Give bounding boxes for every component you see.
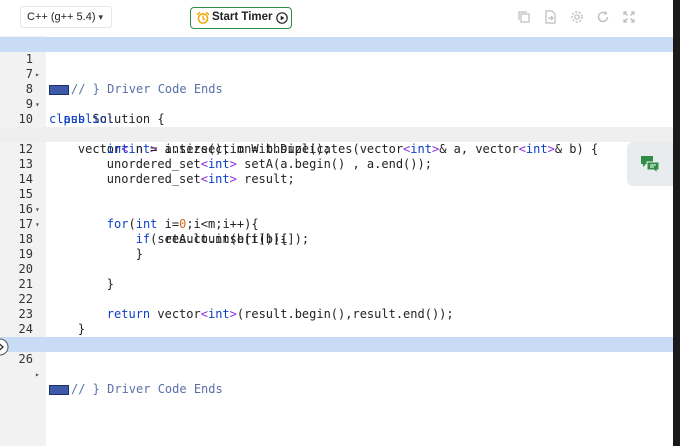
code-line[interactable]: 25 xyxy=(0,322,673,351)
code-line[interactable]: 1 ▸ // } Driver Code Ends xyxy=(0,37,673,96)
import-icon[interactable] xyxy=(543,10,557,24)
code-line[interactable]: 18 } xyxy=(0,217,673,261)
settings-icon[interactable] xyxy=(570,10,584,24)
start-timer-button[interactable]: Start Timer xyxy=(190,7,292,29)
play-handle-icon[interactable] xyxy=(0,336,12,358)
play-circle-icon xyxy=(276,12,288,24)
code-line[interactable]: 20 } xyxy=(0,247,673,291)
fold-arrow-icon[interactable]: ▸ xyxy=(35,367,40,382)
code-line[interactable]: 16 ▾ if(setA.count(b[i])){ xyxy=(0,187,673,246)
editor-toolbar: C++ (g++ 5.4) ▾ Start Timer xyxy=(0,0,673,36)
code-line[interactable]: 21 xyxy=(0,262,673,291)
reset-icon[interactable] xyxy=(596,10,610,24)
fullscreen-icon[interactable] xyxy=(622,10,636,24)
fold-marker-icon[interactable] xyxy=(49,384,69,395)
language-label: C++ (g++ 5.4) xyxy=(27,11,96,23)
window-edge xyxy=(673,0,680,446)
code-line[interactable]: 10 ▾ vector<int> intersectionWithDuplica… xyxy=(0,97,673,156)
code-line[interactable]: 22 return vector<int>(result.begin(),res… xyxy=(0,277,673,321)
language-select[interactable]: C++ (g++ 5.4) ▾ xyxy=(20,6,112,28)
code-line[interactable]: 11 int n = a.size(), m = b.size(); xyxy=(0,112,673,156)
code-text: // } Driver Code Ends xyxy=(49,382,223,397)
code-line-current[interactable]: 12 unordered_set<int> setA(a.begin() , a… xyxy=(0,127,673,171)
code-line[interactable]: 24 }; xyxy=(0,307,673,351)
code-line[interactable]: 26 ▸ // } Driver Code Ends xyxy=(0,337,673,396)
chevron-down-icon: ▾ xyxy=(98,12,103,22)
code-line[interactable]: 7 xyxy=(0,52,673,81)
code-line[interactable]: 14 xyxy=(0,157,673,186)
comment-text: // } Driver Code Ends xyxy=(71,382,223,396)
code-line[interactable]: 8 ▾ class Solution { xyxy=(0,67,673,126)
chat-bubbles-icon xyxy=(641,156,660,175)
code-line[interactable]: 19 xyxy=(0,232,673,261)
code-line[interactable]: 13 unordered_set<int> result; xyxy=(0,142,673,186)
code-line[interactable]: 17 result.insert(b[i]); xyxy=(0,202,673,246)
start-timer-label: Start Timer xyxy=(212,11,273,23)
copy-icon[interactable] xyxy=(517,10,531,24)
chat-widget-button[interactable] xyxy=(627,142,673,186)
code-line[interactable]: 9 public: xyxy=(0,82,673,126)
alarm-clock-icon xyxy=(196,11,210,24)
code-line[interactable]: 23 } xyxy=(0,292,673,336)
code-editor[interactable]: 1 ▸ // } Driver Code Ends 7 8 ▾ class So… xyxy=(0,36,673,446)
code-line[interactable]: 15 ▾ for(int i=0;i<m;i++){ xyxy=(0,172,673,231)
